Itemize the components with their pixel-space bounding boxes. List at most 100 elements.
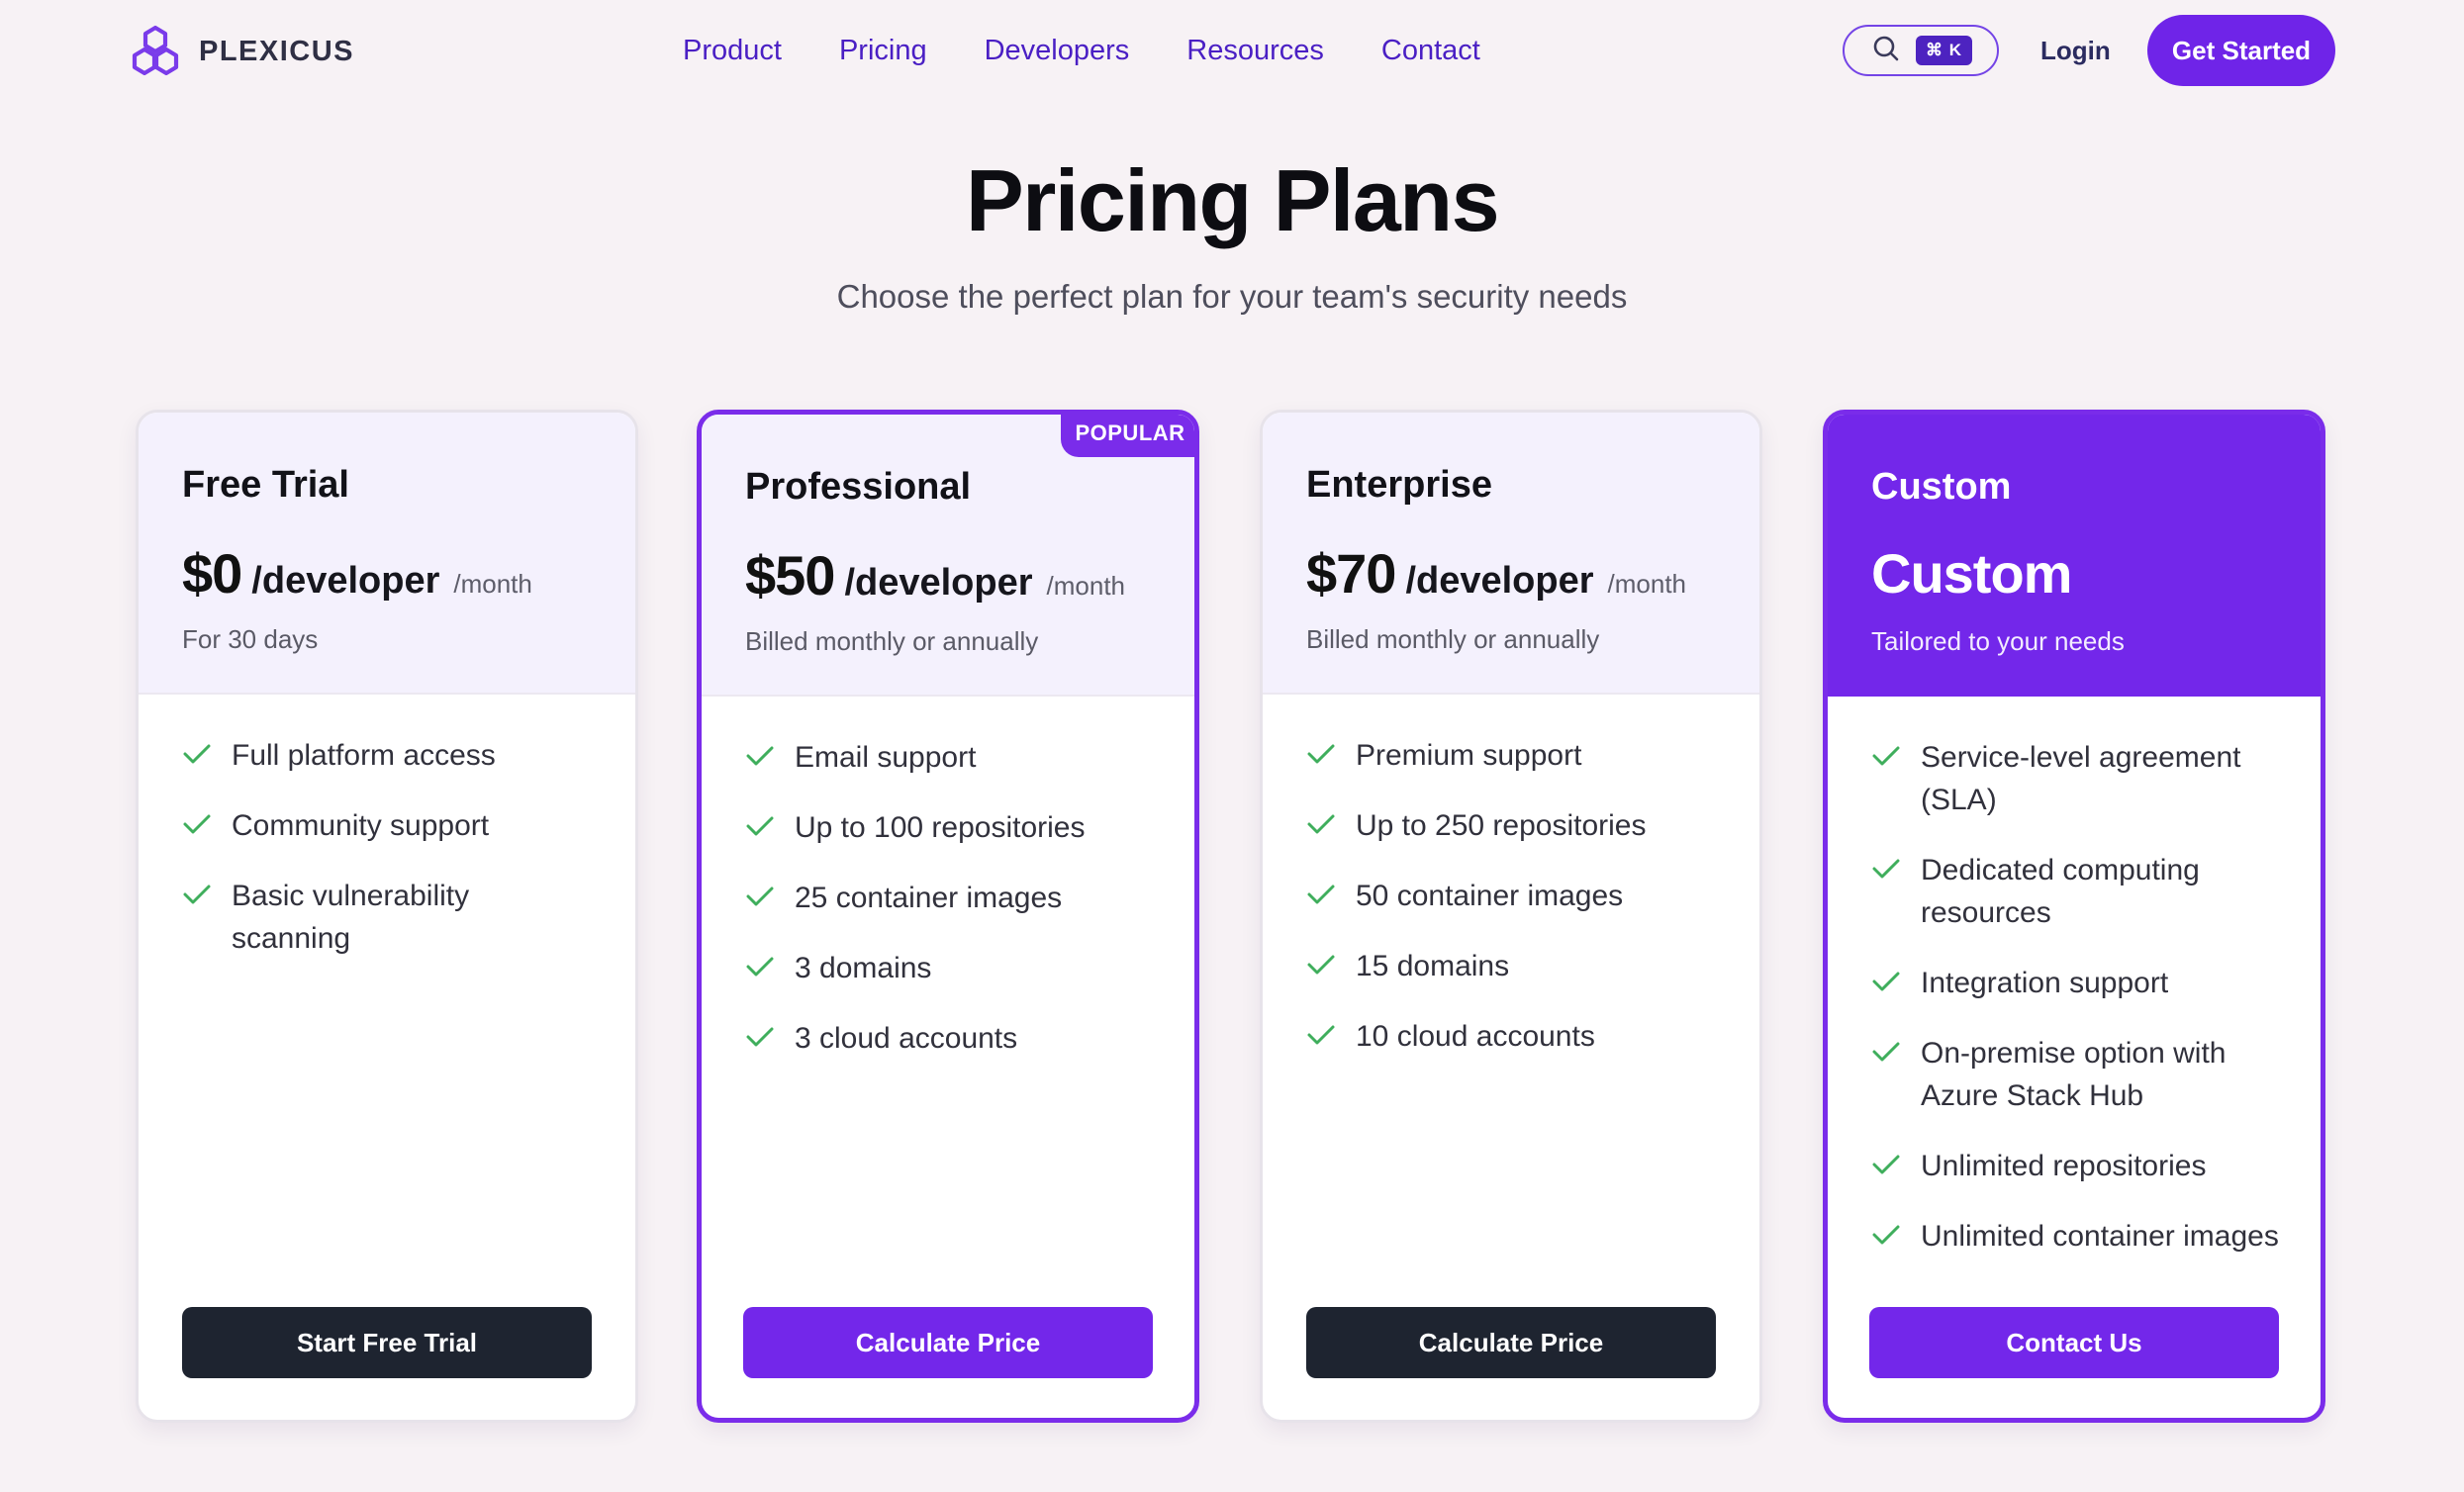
page-subtitle: Choose the perfect plan for your team's … bbox=[836, 278, 1628, 315]
plexicus-logo-icon bbox=[126, 22, 185, 81]
check-icon bbox=[1871, 1032, 1901, 1072]
plan-card-enterprise: Enterprise $70 /developer /month Billed … bbox=[1260, 410, 1762, 1423]
price-unit: /developer bbox=[1405, 560, 1594, 602]
feature-item: On-premise option with Azure Stack Hub bbox=[1871, 1032, 2281, 1117]
check-icon bbox=[1871, 736, 1901, 776]
feature-list: Service-level agreement (SLA) Dedicated … bbox=[1828, 697, 2321, 1258]
price-unit: /developer bbox=[844, 562, 1033, 604]
feature-text: Premium support bbox=[1356, 739, 1582, 772]
plan-name: Enterprise bbox=[1306, 464, 1492, 506]
feature-text: 50 container images bbox=[1356, 880, 1624, 912]
check-icon bbox=[1871, 1145, 1901, 1184]
feature-text: 15 domains bbox=[1356, 950, 1510, 982]
feature-item: 25 container images bbox=[745, 877, 1155, 919]
feature-item: 3 cloud accounts bbox=[745, 1017, 1155, 1060]
brand-name: PLEXICUS bbox=[199, 35, 355, 67]
feature-item: Up to 250 repositories bbox=[1306, 804, 1720, 847]
check-icon bbox=[182, 875, 212, 914]
price-period: /month bbox=[1046, 571, 1126, 601]
price-note: For 30 days bbox=[182, 624, 319, 654]
check-icon bbox=[1306, 1015, 1336, 1055]
check-icon bbox=[1871, 849, 1901, 888]
plan-price: $50 bbox=[745, 544, 835, 606]
feature-item: 15 domains bbox=[1306, 945, 1720, 987]
price-period: /month bbox=[1607, 569, 1687, 599]
check-icon bbox=[745, 947, 775, 986]
feature-item: 50 container images bbox=[1306, 875, 1720, 917]
feature-list: Premium support Up to 250 repositories 5… bbox=[1263, 695, 1759, 1058]
check-icon bbox=[1306, 875, 1336, 914]
login-link[interactable]: Login bbox=[2040, 28, 2111, 73]
plan-header: Free Trial $0 /developer /month For 30 d… bbox=[139, 413, 635, 695]
check-icon bbox=[1306, 945, 1336, 984]
plan-price: $0 bbox=[182, 542, 242, 605]
feature-text: 25 container images bbox=[795, 882, 1063, 914]
check-icon bbox=[182, 734, 212, 774]
plan-card-free-trial: Free Trial $0 /developer /month For 30 d… bbox=[136, 410, 638, 1423]
get-started-button[interactable]: Get Started bbox=[2147, 15, 2335, 86]
price-note: Tailored to your needs bbox=[1871, 626, 2125, 656]
feature-text: Unlimited container images bbox=[1921, 1220, 2279, 1253]
check-icon bbox=[1306, 734, 1336, 774]
plan-header: Custom Custom Tailored to your needs bbox=[1828, 415, 2321, 697]
feature-text: Basic vulnerability scanning bbox=[232, 880, 470, 955]
feature-text: Community support bbox=[232, 809, 490, 842]
check-icon bbox=[1306, 804, 1336, 844]
feature-item: Premium support bbox=[1306, 734, 1720, 777]
plan-header: Enterprise $70 /developer /month Billed … bbox=[1263, 413, 1759, 695]
feature-item: Dedicated computing resources bbox=[1871, 849, 2281, 934]
search-button[interactable]: ⌘ K bbox=[1843, 25, 1999, 76]
plan-name: Free Trial bbox=[182, 464, 349, 506]
feature-text: Integration support bbox=[1921, 967, 2169, 999]
search-icon bbox=[1872, 35, 1900, 67]
main-nav: Product Pricing Developers Resources Con… bbox=[683, 28, 1480, 73]
check-icon bbox=[1871, 962, 1901, 1001]
nav-link-resources[interactable]: Resources bbox=[1186, 28, 1324, 73]
feature-item: Service-level agreement (SLA) bbox=[1871, 736, 2281, 821]
nav-link-product[interactable]: Product bbox=[683, 28, 782, 73]
feature-item: 10 cloud accounts bbox=[1306, 1015, 1720, 1058]
feature-item: 3 domains bbox=[745, 947, 1155, 989]
check-icon bbox=[745, 1017, 775, 1057]
plan-name: Professional bbox=[745, 466, 972, 508]
feature-item: Unlimited repositories bbox=[1871, 1145, 2281, 1187]
calculate-price-button[interactable]: Calculate Price bbox=[1306, 1307, 1716, 1378]
nav-link-contact[interactable]: Contact bbox=[1381, 28, 1480, 73]
plan-price: Custom bbox=[1871, 542, 2072, 605]
feature-item: Full platform access bbox=[182, 734, 596, 777]
price-line: $70 /developer /month bbox=[1306, 541, 1716, 605]
brand-logo[interactable]: PLEXICUS bbox=[126, 22, 354, 81]
feature-item: Email support bbox=[745, 736, 1155, 779]
search-shortcut-badge: ⌘ K bbox=[1916, 36, 1972, 65]
feature-text: Up to 100 repositories bbox=[795, 811, 1086, 844]
check-icon bbox=[745, 806, 775, 846]
price-line: $0 /developer /month bbox=[182, 541, 592, 605]
price-period: /month bbox=[453, 569, 532, 599]
nav-link-pricing[interactable]: Pricing bbox=[839, 28, 927, 73]
feature-text: Up to 250 repositories bbox=[1356, 809, 1647, 842]
plan-name: Custom bbox=[1871, 466, 2012, 508]
pricing-page: PLEXICUS Product Pricing Developers Reso… bbox=[0, 0, 2464, 1492]
check-icon bbox=[745, 736, 775, 776]
feature-text: 3 cloud accounts bbox=[795, 1022, 1018, 1055]
plan-header: POPULAR Professional $50 /developer /mon… bbox=[702, 415, 1194, 697]
price-note: Billed monthly or annually bbox=[1306, 624, 1600, 654]
feature-list: Full platform access Community support B… bbox=[139, 695, 635, 960]
plan-price: $70 bbox=[1306, 542, 1396, 605]
plan-card-professional: POPULAR Professional $50 /developer /mon… bbox=[697, 410, 1199, 1423]
check-icon bbox=[1871, 1215, 1901, 1255]
calculate-price-button[interactable]: Calculate Price bbox=[743, 1307, 1153, 1378]
page-title: Pricing Plans bbox=[965, 151, 1500, 249]
contact-us-button[interactable]: Contact Us bbox=[1869, 1307, 2279, 1378]
feature-text: On-premise option with Azure Stack Hub bbox=[1921, 1037, 2227, 1112]
feature-text: Full platform access bbox=[232, 739, 496, 772]
start-free-trial-button[interactable]: Start Free Trial bbox=[182, 1307, 592, 1378]
feature-text: Unlimited repositories bbox=[1921, 1150, 2207, 1182]
price-unit: /developer bbox=[251, 560, 440, 602]
price-note: Billed monthly or annually bbox=[745, 626, 1039, 656]
nav-link-developers[interactable]: Developers bbox=[985, 28, 1130, 73]
feature-item: Basic vulnerability scanning bbox=[182, 875, 596, 960]
site-header: PLEXICUS Product Pricing Developers Reso… bbox=[0, 0, 2464, 103]
check-icon bbox=[182, 804, 212, 844]
feature-text: 10 cloud accounts bbox=[1356, 1020, 1595, 1053]
